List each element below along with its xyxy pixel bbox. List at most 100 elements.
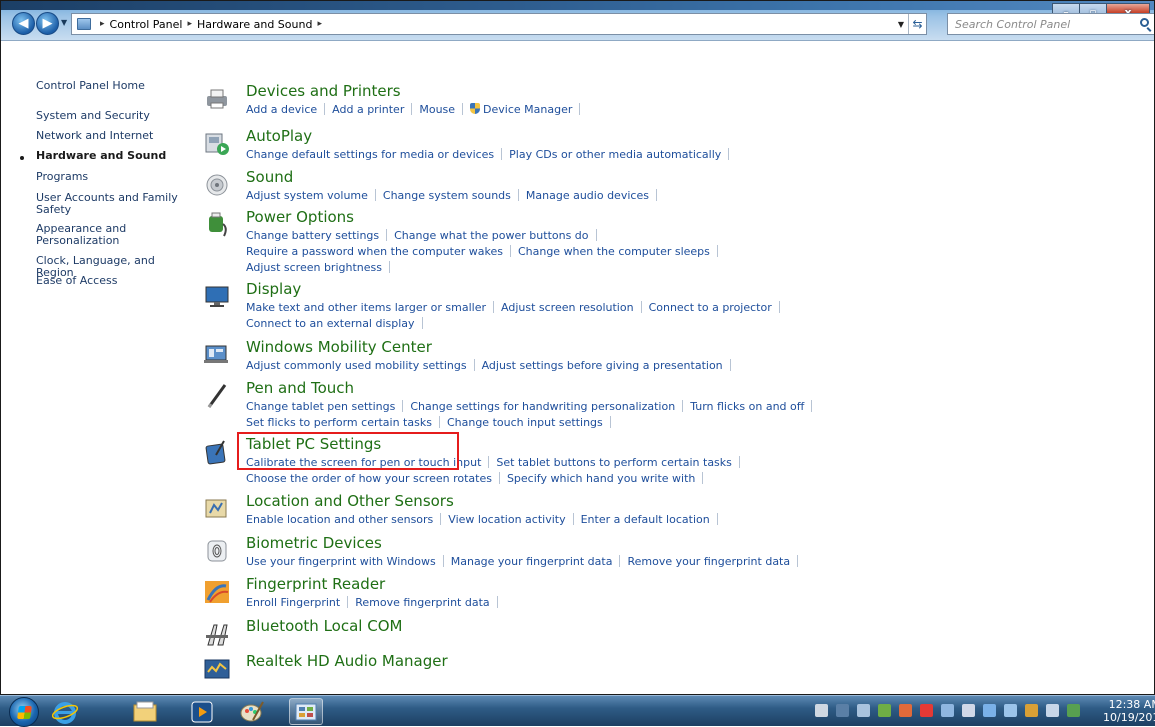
task-link[interactable]: Change default settings for media or dev…	[246, 148, 494, 161]
task-link[interactable]: Connect to a projector	[649, 301, 772, 314]
windows-explorer-icon[interactable]	[128, 698, 162, 725]
display-tray-icon[interactable]	[962, 704, 975, 717]
task-link[interactable]: Set flicks to perform certain tasks	[246, 416, 432, 429]
back-button[interactable]: ◀	[12, 12, 35, 35]
task-link[interactable]: Remove your fingerprint data	[627, 555, 790, 568]
task-link[interactable]: Adjust system volume	[246, 189, 368, 202]
task-link[interactable]: Change tablet pen settings	[246, 400, 395, 413]
address-bar[interactable]: ▸ Control Panel ▸ Hardware and Sound ▸ ▼…	[71, 13, 927, 35]
category-title[interactable]: Power Options	[246, 208, 354, 226]
wireless-tray-icon[interactable]	[983, 704, 996, 717]
search-icon[interactable]	[1140, 18, 1149, 27]
task-link[interactable]: Add a printer	[332, 103, 404, 116]
pen-icon[interactable]	[204, 383, 230, 409]
nav-ease-of-access[interactable]: Ease of Access	[36, 275, 186, 287]
task-link[interactable]: Turn flicks on and off	[690, 400, 804, 413]
task-link[interactable]: Play CDs or other media automatically	[509, 148, 721, 161]
refresh-icon[interactable]: ⇆	[908, 14, 926, 34]
forward-button[interactable]: ▶	[36, 12, 59, 35]
battery-tray-icon[interactable]	[1067, 704, 1080, 717]
task-link[interactable]: Adjust screen resolution	[501, 301, 634, 314]
volume-tray-icon[interactable]	[1046, 704, 1059, 717]
audio-tray-icon[interactable]	[857, 704, 870, 717]
nav-hardware-and-sound[interactable]: Hardware and Sound	[36, 150, 186, 162]
task-link[interactable]: Manage your fingerprint data	[451, 555, 613, 568]
task-link[interactable]: Adjust screen brightness	[246, 261, 382, 274]
internet-explorer-icon[interactable]	[48, 698, 82, 725]
task-link[interactable]: Manage audio devices	[526, 189, 649, 202]
keyboard-tray-icon[interactable]	[1004, 704, 1017, 717]
task-link[interactable]: Enroll Fingerprint	[246, 596, 340, 609]
audio-manager-icon[interactable]	[204, 656, 230, 682]
category-title[interactable]: Display	[246, 280, 301, 298]
task-link[interactable]: Change what the power buttons do	[394, 229, 588, 242]
start-button[interactable]	[9, 697, 39, 727]
security-tray-icon[interactable]	[878, 704, 891, 717]
category-title[interactable]: Fingerprint Reader	[246, 575, 385, 593]
printer-icon[interactable]	[204, 86, 230, 112]
search-input[interactable]: Search Control Panel	[947, 13, 1154, 35]
task-link[interactable]: Choose the order of how your screen rota…	[246, 472, 492, 485]
category-title[interactable]: Location and Other Sensors	[246, 492, 454, 510]
sensor-icon[interactable]	[204, 496, 230, 522]
task-link[interactable]: Change settings for handwriting personal…	[410, 400, 675, 413]
taskbar-clock[interactable]: 12:38 AM 10/19/2010	[1103, 698, 1155, 724]
control-panel-taskbar-button[interactable]	[289, 698, 323, 725]
network-icon[interactable]	[836, 704, 849, 717]
task-link[interactable]: Adjust settings before giving a presenta…	[482, 359, 723, 372]
mobility-icon[interactable]	[204, 342, 230, 368]
nav-user-accounts[interactable]: User Accounts and Family Safety	[36, 192, 186, 216]
tablet-tray-icon[interactable]	[941, 704, 954, 717]
bluetooth-icon[interactable]	[204, 621, 230, 647]
flag-tray-icon[interactable]	[899, 704, 912, 717]
alert-tray-icon[interactable]	[920, 704, 933, 717]
task-link[interactable]: Change when the computer sleeps	[518, 245, 710, 258]
power-icon[interactable]	[204, 212, 230, 238]
nav-programs[interactable]: Programs	[36, 171, 186, 183]
breadcrumb-control-panel[interactable]: Control Panel	[110, 18, 183, 31]
fingerprint-icon[interactable]	[204, 538, 230, 564]
task-link[interactable]: Change system sounds	[383, 189, 511, 202]
task-link[interactable]: Set tablet buttons to perform certain ta…	[496, 456, 732, 469]
category-title[interactable]: Bluetooth Local COM	[246, 617, 402, 635]
task-link[interactable]: Device Manager	[483, 103, 572, 116]
task-link[interactable]: Adjust commonly used mobility settings	[246, 359, 467, 372]
usb-icon[interactable]	[815, 704, 828, 717]
task-link[interactable]: Enter a default location	[581, 513, 710, 526]
autoplay-icon[interactable]	[204, 131, 230, 157]
task-link[interactable]: Connect to an external display	[246, 317, 415, 330]
task-link[interactable]: Enable location and other sensors	[246, 513, 433, 526]
power-tray-icon[interactable]	[1025, 704, 1038, 717]
speaker-icon[interactable]	[204, 172, 230, 198]
nav-appearance[interactable]: Appearance and Personalization	[36, 223, 186, 247]
breadcrumb-hardware-and-sound[interactable]: Hardware and Sound	[197, 18, 312, 31]
tablet-icon[interactable]	[204, 439, 230, 465]
task-link[interactable]: Require a password when the computer wak…	[246, 245, 503, 258]
category-title[interactable]: Biometric Devices	[246, 534, 382, 552]
task-link[interactable]: Use your fingerprint with Windows	[246, 555, 436, 568]
task-link[interactable]: Add a device	[246, 103, 317, 116]
breadcrumb-separator[interactable]: ▸	[317, 19, 322, 29]
task-link[interactable]: Make text and other items larger or smal…	[246, 301, 486, 314]
nav-control-panel-home[interactable]: Control Panel Home	[36, 80, 186, 92]
nav-system-and-security[interactable]: System and Security	[36, 110, 186, 122]
task-link[interactable]: View location activity	[448, 513, 565, 526]
address-dropdown-icon[interactable]: ▼	[894, 20, 908, 29]
category-title[interactable]: Sound	[246, 168, 293, 186]
category-title[interactable]: Devices and Printers	[246, 82, 401, 100]
paint-icon[interactable]	[235, 698, 269, 725]
category-title[interactable]: Realtek HD Audio Manager	[246, 652, 448, 670]
task-link[interactable]: Change battery settings	[246, 229, 379, 242]
task-link[interactable]: Change touch input settings	[447, 416, 603, 429]
nav-network-and-internet[interactable]: Network and Internet	[36, 130, 186, 142]
category-title[interactable]: Windows Mobility Center	[246, 338, 432, 356]
task-link[interactable]: Remove fingerprint data	[355, 596, 489, 609]
category-title[interactable]: AutoPlay	[246, 127, 312, 145]
fingerprint-reader-icon[interactable]	[204, 579, 230, 605]
task-link[interactable]: Mouse	[419, 103, 455, 116]
monitor-icon[interactable]	[204, 284, 230, 310]
task-link[interactable]: Specify which hand you write with	[507, 472, 695, 485]
category-title[interactable]: Pen and Touch	[246, 379, 354, 397]
recent-pages-dropdown[interactable]: ▼	[61, 18, 67, 27]
media-player-icon[interactable]	[185, 698, 219, 725]
